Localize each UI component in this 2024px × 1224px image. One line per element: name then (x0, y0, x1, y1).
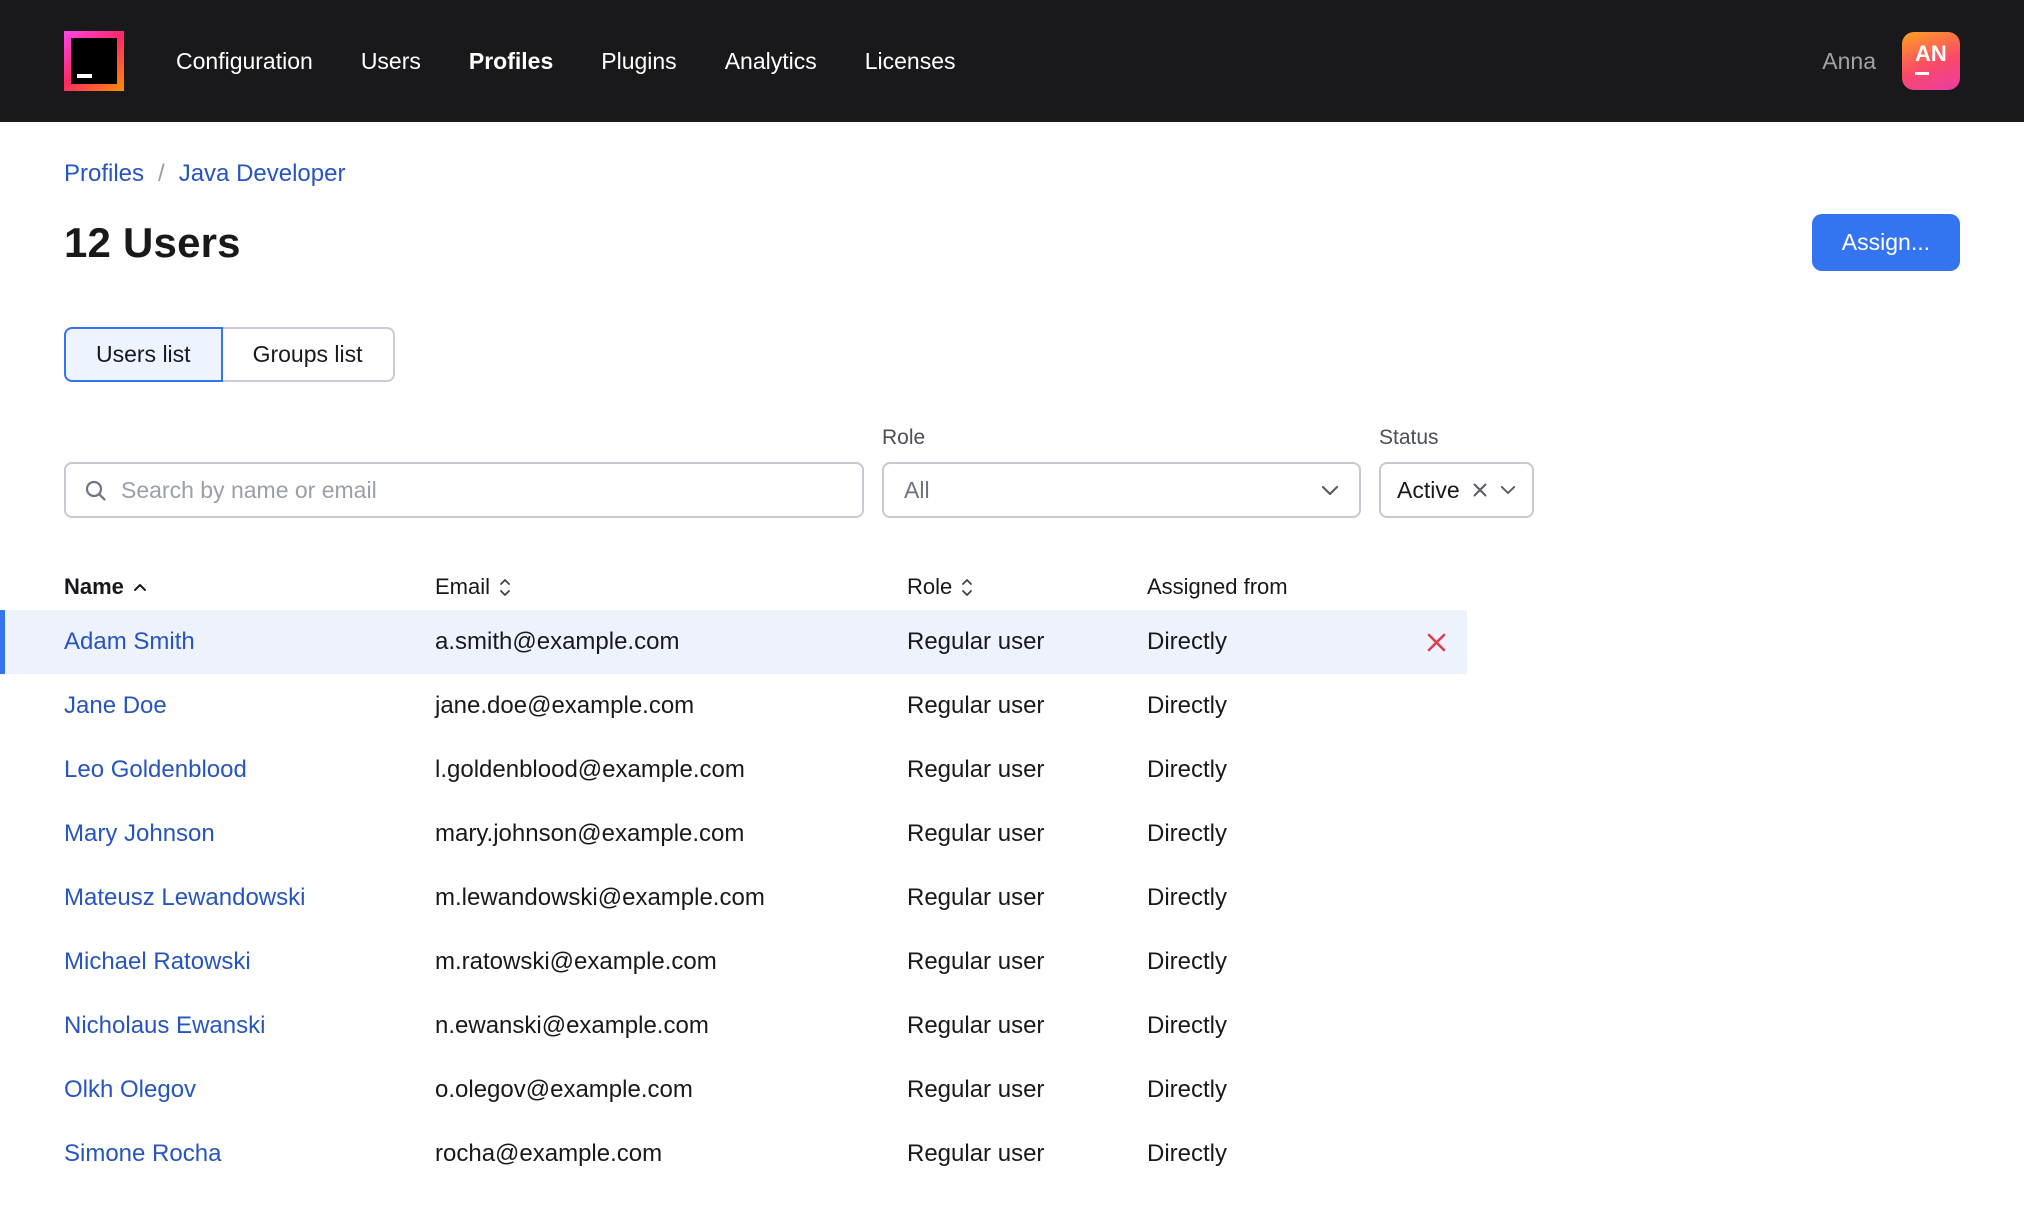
sortable-icon (499, 578, 511, 597)
filters-bar: Role All Status Active (64, 426, 1960, 518)
table-row[interactable]: Simone Rocha rocha@example.com Regular u… (0, 1122, 1467, 1186)
user-name-link[interactable]: Mary Johnson (64, 820, 435, 848)
user-name-link[interactable]: Olkh Olegov (64, 1076, 435, 1104)
nav-item-users[interactable]: Users (361, 48, 421, 75)
user-assigned-from: Directly (1147, 820, 1228, 847)
role-filter-label: Role (882, 426, 926, 449)
role-select[interactable]: All (882, 462, 1361, 518)
status-filter-group: Status Active (1379, 426, 1534, 518)
user-role: Regular user (907, 1140, 1045, 1167)
list-tabs: Users list Groups list (64, 327, 395, 382)
nav-item-profiles[interactable]: Profiles (469, 48, 553, 75)
user-email: n.ewanski@example.com (435, 1012, 709, 1039)
jetbrains-logo-icon[interactable] (64, 31, 124, 91)
user-role: Regular user (907, 692, 1045, 719)
user-role: Regular user (907, 756, 1045, 783)
chevron-down-icon (1500, 485, 1516, 495)
tab-groups-list[interactable]: Groups list (220, 327, 395, 382)
user-name-link[interactable]: Jane Doe (64, 692, 435, 720)
table-row[interactable]: Mary Johnson mary.johnson@example.com Re… (0, 802, 1467, 866)
tab-users-list[interactable]: Users list (64, 327, 223, 382)
avatar-underscore (1915, 72, 1929, 75)
logo-underscore (77, 74, 92, 78)
avatar-initials: AN (1915, 41, 1947, 66)
chevron-down-icon (1321, 485, 1339, 496)
user-email: mary.johnson@example.com (435, 820, 745, 847)
user-email: rocha@example.com (435, 1140, 663, 1167)
status-select-value: Active (1397, 476, 1460, 503)
search-input[interactable] (121, 476, 844, 504)
breadcrumb-profiles-link[interactable]: Profiles (64, 160, 144, 188)
column-header-name[interactable]: Name (64, 574, 435, 600)
user-assigned-from: Directly (1147, 1140, 1228, 1167)
title-row: 12 Users Assign... (64, 214, 1960, 271)
user-name-link[interactable]: Adam Smith (64, 628, 435, 656)
app-header: Configuration Users Profiles Plugins Analyti… (0, 0, 2024, 122)
user-role: Regular user (907, 628, 1045, 655)
user-name-link[interactable]: Nicholaus Ewanski (64, 1012, 435, 1040)
assign-button[interactable]: Assign... (1811, 214, 1960, 271)
column-header-assigned-from: Assigned from (1147, 574, 1288, 599)
clear-filter-icon[interactable] (1472, 482, 1488, 498)
table-row[interactable]: Mateusz Lewandowski m.lewandowski@exampl… (0, 866, 1467, 930)
table-row[interactable]: Adam Smith a.smith@example.com Regular u… (0, 610, 1467, 674)
nav-item-configuration[interactable]: Configuration (176, 48, 313, 75)
column-header-email[interactable]: Email (435, 574, 907, 600)
user-name: Anna (1822, 47, 1876, 74)
table-header-row: Name Email Role Assigned from (0, 564, 1467, 610)
main-nav: Configuration Users Profiles Plugins Analyti… (176, 48, 956, 75)
role-select-value: All (904, 476, 930, 503)
user-email: a.smith@example.com (435, 628, 680, 655)
search-icon (84, 479, 107, 502)
user-email: m.ratowski@example.com (435, 948, 717, 975)
page-title: 12 Users (64, 218, 241, 266)
role-filter-group: Role All (882, 426, 1361, 518)
user-role: Regular user (907, 1076, 1045, 1103)
breadcrumb: Profiles / Java Developer (64, 160, 1960, 188)
remove-user-icon[interactable] (1421, 627, 1467, 658)
nav-item-plugins[interactable]: Plugins (601, 48, 676, 75)
user-email: jane.doe@example.com (435, 692, 695, 719)
user-email: l.goldenblood@example.com (435, 756, 745, 783)
user-assigned-from: Directly (1147, 756, 1228, 783)
table-row[interactable]: Michael Ratowski m.ratowski@example.com … (0, 930, 1467, 994)
nav-item-licenses[interactable]: Licenses (865, 48, 956, 75)
users-table: Name Email Role Assigned from Adam Smith… (0, 564, 1467, 1186)
user-role: Regular user (907, 1012, 1045, 1039)
user-name-link[interactable]: Leo Goldenblood (64, 756, 435, 784)
nav-item-analytics[interactable]: Analytics (725, 48, 817, 75)
user-assigned-from: Directly (1147, 1012, 1228, 1039)
user-assigned-from: Directly (1147, 948, 1228, 975)
table-row[interactable]: Leo Goldenblood l.goldenblood@example.co… (0, 738, 1467, 802)
user-name-link[interactable]: Mateusz Lewandowski (64, 884, 435, 912)
column-header-role[interactable]: Role (907, 574, 1147, 600)
breadcrumb-separator: / (158, 160, 165, 187)
search-box[interactable] (64, 462, 864, 518)
table-row[interactable]: Nicholaus Ewanski n.ewanski@example.com … (0, 994, 1467, 1058)
table-row[interactable]: Olkh Olegov o.olegov@example.com Regular… (0, 1058, 1467, 1122)
status-filter-label: Status (1379, 426, 1439, 449)
user-role: Regular user (907, 948, 1045, 975)
user-email: o.olegov@example.com (435, 1076, 693, 1103)
status-select[interactable]: Active (1379, 462, 1534, 518)
header-right: Anna AN (1822, 32, 1960, 90)
user-name-link[interactable]: Simone Rocha (64, 1140, 435, 1168)
table-row[interactable]: Jane Doe jane.doe@example.com Regular us… (0, 674, 1467, 738)
user-email: m.lewandowski@example.com (435, 884, 765, 911)
sortable-icon (961, 578, 973, 597)
breadcrumb-java-developer-link[interactable]: Java Developer (179, 160, 346, 188)
user-assigned-from: Directly (1147, 628, 1228, 655)
table-body: Adam Smith a.smith@example.com Regular u… (0, 610, 1467, 1186)
user-assigned-from: Directly (1147, 884, 1228, 911)
user-assigned-from: Directly (1147, 692, 1228, 719)
user-name-link[interactable]: Michael Ratowski (64, 948, 435, 976)
search-filter-group (64, 462, 864, 518)
sort-asc-icon (133, 583, 147, 592)
user-role: Regular user (907, 884, 1045, 911)
user-role: Regular user (907, 820, 1045, 847)
user-assigned-from: Directly (1147, 1076, 1228, 1103)
user-avatar[interactable]: AN (1902, 32, 1960, 90)
